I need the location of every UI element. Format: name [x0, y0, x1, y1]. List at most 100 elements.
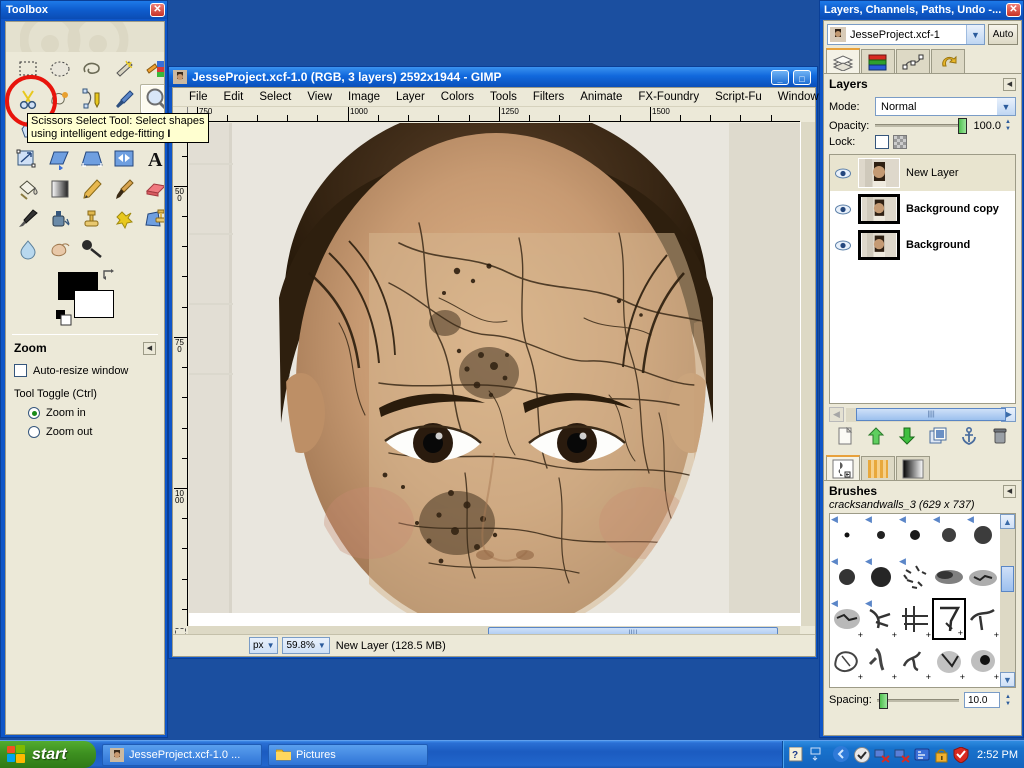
brush-cell[interactable]: ◀ — [898, 556, 932, 598]
menu-tools[interactable]: Tools — [482, 90, 525, 104]
opacity-spinner[interactable]: ▲ ▼ — [1005, 119, 1016, 132]
zoom-combo[interactable]: 59.8% ▼ — [282, 637, 330, 654]
spacing-slider-handle[interactable] — [878, 692, 888, 709]
scroll-left-button[interactable]: ◀ — [829, 407, 844, 422]
lock-alpha-icon[interactable] — [893, 135, 907, 149]
scroll-down-button[interactable]: ▼ — [1000, 672, 1015, 687]
eye-icon[interactable] — [834, 204, 852, 215]
menu-layer[interactable]: Layer — [388, 90, 433, 104]
show-hide-chevron-icon[interactable] — [833, 746, 850, 763]
eye-icon[interactable] — [834, 240, 852, 251]
brush-cell[interactable]: ◀ — [932, 514, 966, 556]
gradient-tool[interactable] — [44, 174, 76, 204]
layer-item-background[interactable]: Background — [830, 227, 1015, 263]
duplicate-layer-button[interactable] — [929, 427, 947, 448]
menu-image[interactable]: Image — [340, 90, 388, 104]
eraser-tool[interactable] — [140, 174, 164, 204]
opacity-slider-handle[interactable] — [958, 118, 967, 134]
brush-cell[interactable]: ◀ — [830, 556, 864, 598]
menu-animate[interactable]: Animate — [572, 90, 630, 104]
zoom-out-radio[interactable] — [28, 426, 40, 438]
scroll-track[interactable]: |||| — [846, 407, 1006, 422]
flip-tool[interactable] — [108, 144, 140, 174]
scroll-thumb[interactable]: |||| — [856, 407, 1006, 421]
pencil-tool[interactable] — [76, 174, 108, 204]
zoom-in-radio-row[interactable]: Zoom in — [14, 407, 156, 419]
paths-tab[interactable] — [896, 49, 930, 73]
bucket-fill-tool[interactable] — [12, 174, 44, 204]
start-button[interactable]: start — [0, 741, 96, 768]
brush-cell[interactable]: + — [966, 598, 1000, 640]
scroll-up-button[interactable]: ▲ — [1000, 514, 1015, 529]
auto-resize-option-row[interactable]: Auto-resize window — [14, 364, 156, 377]
brush-scrollbar[interactable]: ▲ ▼ — [1000, 514, 1015, 687]
menu-script-fu[interactable]: Script-Fu — [707, 90, 770, 104]
zoom-in-radio[interactable] — [28, 407, 40, 419]
menu-file[interactable]: File — [181, 90, 216, 104]
network-disconnected-icon[interactable] — [874, 747, 890, 763]
brush-cell[interactable] — [864, 682, 898, 687]
reset-colors-icon[interactable] — [56, 310, 72, 326]
new-layer-button[interactable] — [836, 426, 854, 448]
ink-tool[interactable] — [44, 204, 76, 234]
raise-layer-button[interactable] — [867, 426, 885, 448]
brush-cell[interactable]: ◀ — [898, 514, 932, 556]
select-by-color-tool[interactable] — [140, 54, 164, 84]
image-canvas[interactable] — [189, 123, 800, 626]
unit-combo[interactable]: px ▼ — [249, 637, 279, 654]
brushes-tab[interactable] — [826, 455, 860, 480]
smudge-tool[interactable] — [44, 234, 76, 264]
menu-fx-foundry[interactable]: FX-Foundry — [630, 90, 707, 104]
brush-cell[interactable]: ◀ — [864, 514, 898, 556]
airbrush-tool[interactable] — [12, 204, 44, 234]
delete-layer-button[interactable] — [991, 427, 1009, 448]
taskbar-gimp-button[interactable]: JesseProject.xcf-1.0 ... — [102, 743, 262, 766]
help-icon[interactable]: ? — [789, 747, 804, 762]
menu-select[interactable]: Select — [251, 90, 299, 104]
gimp-maximize-button[interactable]: □ — [793, 70, 811, 85]
brush-cell[interactable]: + — [898, 640, 932, 682]
layer-list[interactable]: New Layer Background copy Background — [829, 154, 1016, 404]
blur-sharpen-tool[interactable] — [12, 234, 44, 264]
brush-cell-selected[interactable]: + — [932, 598, 966, 640]
paths-tool[interactable] — [76, 84, 108, 114]
menu-colors[interactable]: Colors — [433, 90, 482, 104]
spacing-sp(inner)[interactable]: ▲ ▼ — [1005, 694, 1016, 707]
spacing-slider[interactable] — [876, 692, 959, 709]
horizontal-ruler[interactable]: 750 1000 1250 1500 — [188, 107, 800, 122]
ellipse-select-tool[interactable] — [44, 54, 76, 84]
scissors-select-tool[interactable] — [12, 84, 44, 114]
auto-resize-checkbox[interactable] — [14, 364, 27, 377]
scale-tool[interactable] — [12, 144, 44, 174]
eye-icon[interactable] — [834, 168, 852, 179]
foreground-select-tool[interactable] — [44, 84, 76, 114]
windows-update-icon[interactable] — [914, 747, 930, 763]
layer-item-new-layer[interactable]: New Layer — [830, 155, 1015, 191]
layer-list-scrollbar[interactable]: ◀ |||| ▶ — [829, 407, 1016, 422]
brush-cell[interactable] — [830, 682, 864, 687]
swap-colors-icon[interactable] — [102, 268, 116, 282]
shear-tool[interactable] — [44, 144, 76, 174]
brush-cell[interactable]: + — [830, 640, 864, 682]
heal-tool[interactable] — [108, 204, 140, 234]
brush-cell[interactable]: + — [966, 640, 1000, 682]
network-disconnected-icon-2[interactable] — [894, 747, 910, 763]
menu-filters[interactable]: Filters — [525, 90, 572, 104]
image-combo[interactable]: JesseProject.xcf-1 ▼ — [827, 24, 985, 45]
opacity-slider[interactable] — [875, 118, 967, 134]
brush-cell[interactable]: + — [864, 640, 898, 682]
undo-history-tab[interactable] — [931, 49, 965, 73]
perspective-tool[interactable] — [76, 144, 108, 174]
layer-item-background-copy[interactable]: Background copy — [830, 191, 1015, 227]
clone-tool[interactable] — [76, 204, 108, 234]
dodge-burn-tool[interactable] — [76, 234, 108, 264]
fuzzy-select-tool[interactable] — [108, 54, 140, 84]
zoom-out-radio-row[interactable]: Zoom out — [14, 426, 156, 438]
paintbrush-tool[interactable] — [108, 174, 140, 204]
gimp-minimize-button[interactable]: _ — [771, 70, 789, 85]
vertical-ruler[interactable]: 500 750 1000 — [173, 122, 188, 626]
brush-cell[interactable]: ◀ — [966, 514, 1000, 556]
layers-tab[interactable] — [826, 48, 860, 73]
brush-cell[interactable]: + — [932, 640, 966, 682]
vertical-scrollbar[interactable] — [800, 122, 815, 626]
